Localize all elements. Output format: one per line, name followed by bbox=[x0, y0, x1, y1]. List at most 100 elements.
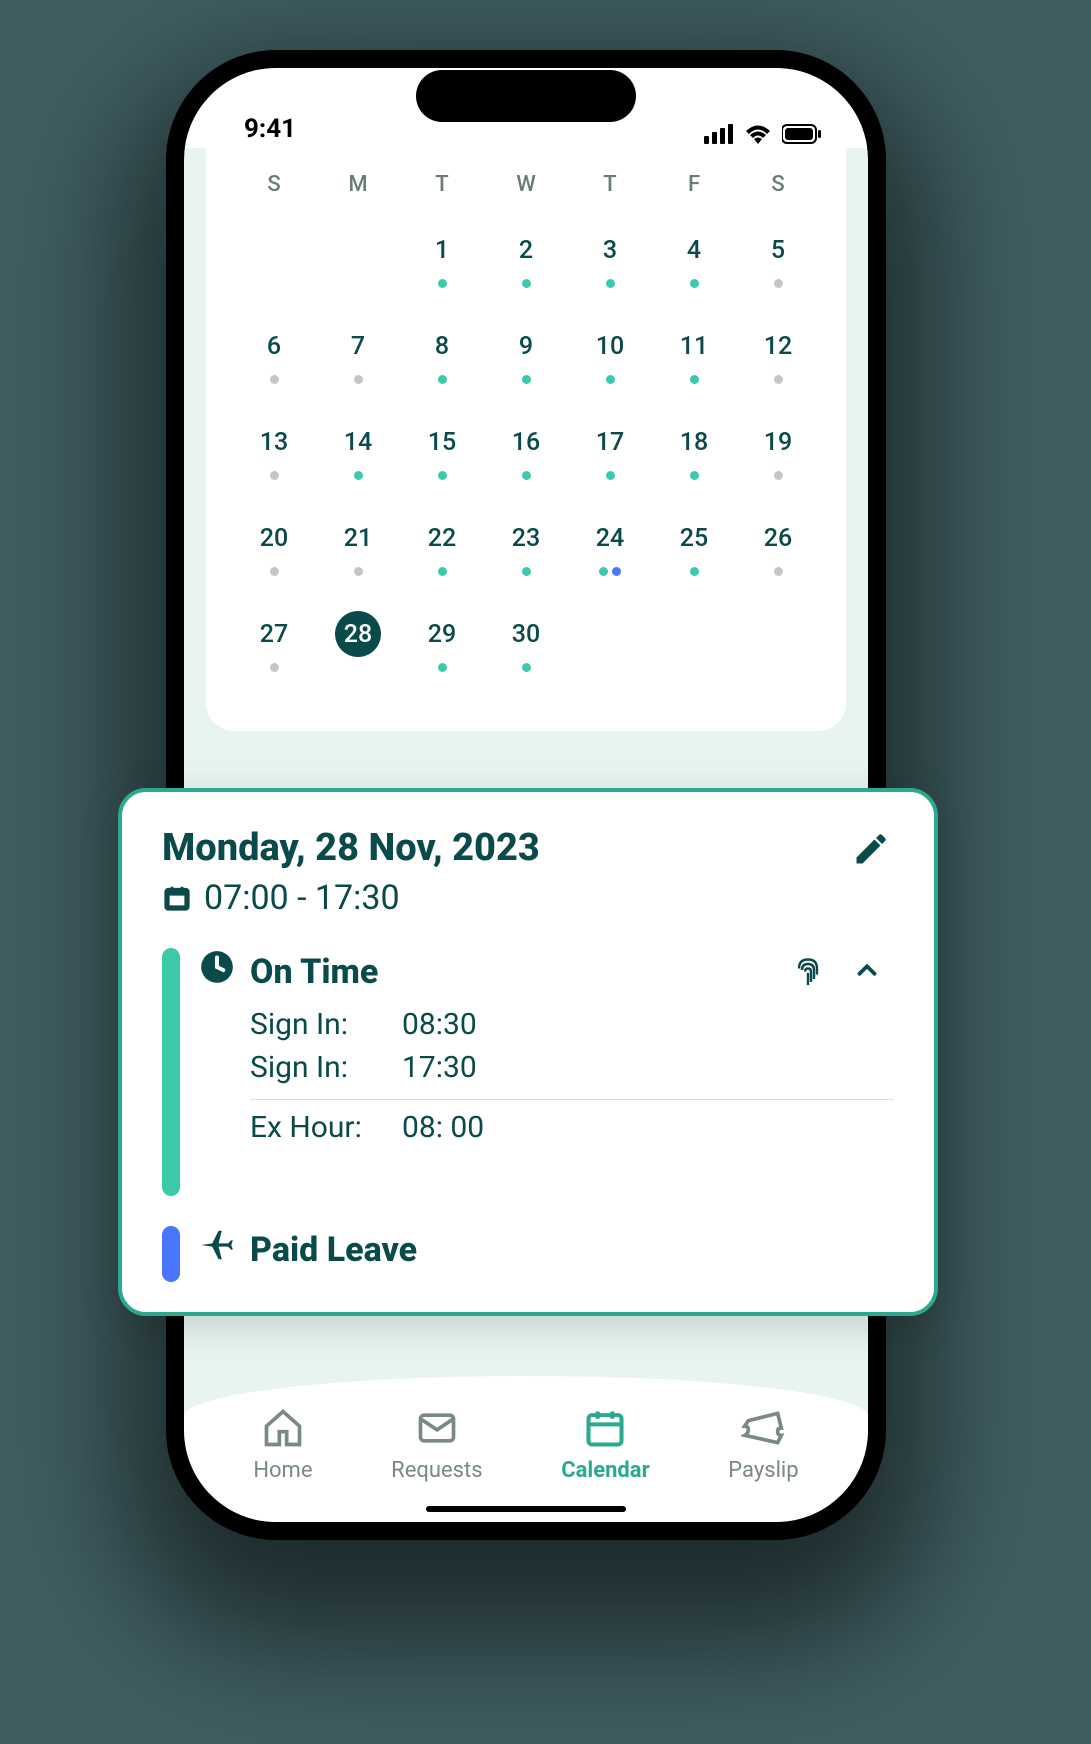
pencil-icon bbox=[852, 832, 888, 868]
event-dot bbox=[690, 471, 699, 480]
event-dot bbox=[438, 567, 447, 576]
event-dot bbox=[606, 471, 615, 480]
day-number: 5 bbox=[755, 227, 801, 273]
mail-icon bbox=[415, 1406, 459, 1456]
calendar-week-row: 13 1415 16 17 18 19 bbox=[232, 403, 820, 499]
calendar-day[interactable]: 28 bbox=[316, 595, 400, 691]
dynamic-island bbox=[416, 70, 636, 122]
calendar-day[interactable]: 30 bbox=[484, 595, 568, 691]
calendar-day[interactable]: 10 bbox=[568, 307, 652, 403]
calendar-day[interactable]: 26 bbox=[736, 499, 820, 595]
calendar-day[interactable]: 24 bbox=[568, 499, 652, 595]
day-dots bbox=[690, 567, 699, 577]
battery-icon bbox=[782, 124, 822, 144]
calendar-day[interactable]: 5 bbox=[736, 211, 820, 307]
entry-title-text: On Time bbox=[250, 952, 378, 992]
dow-label: S bbox=[232, 166, 316, 211]
event-dot bbox=[270, 567, 279, 576]
nav-label: Requests bbox=[391, 1458, 482, 1483]
calendar-day[interactable]: 7 bbox=[316, 307, 400, 403]
day-number: 11 bbox=[671, 323, 717, 369]
event-dot bbox=[270, 471, 279, 480]
event-dot bbox=[270, 663, 279, 672]
entry-title-text: Paid Leave bbox=[250, 1230, 417, 1270]
day-detail-card: Monday, 28 Nov, 2023 07:00 - 17:30 On Ti… bbox=[118, 788, 938, 1316]
calendar-day[interactable]: 9 bbox=[484, 307, 568, 403]
day-dots bbox=[690, 279, 699, 289]
calendar-icon bbox=[162, 883, 192, 913]
entry-body: On TimeSign In:08:30Sign In:17:30Ex Hour… bbox=[198, 948, 894, 1196]
calendar-day[interactable]: 29 bbox=[400, 595, 484, 691]
calendar-day[interactable]: 11 bbox=[652, 307, 736, 403]
calendar-day[interactable]: 25 bbox=[652, 499, 736, 595]
entry-row-label: Sign In: bbox=[250, 1050, 390, 1085]
calendar-day[interactable]: 2 bbox=[484, 211, 568, 307]
calendar-day[interactable]: 17 bbox=[568, 403, 652, 499]
calendar-day[interactable]: 1 bbox=[400, 211, 484, 307]
day-number: 24 bbox=[587, 515, 633, 561]
day-dots bbox=[270, 471, 279, 481]
day-number: 1 bbox=[419, 227, 465, 273]
calendar-day[interactable]: 15 bbox=[400, 403, 484, 499]
dow-label: M bbox=[316, 166, 400, 211]
nav-ticket[interactable]: Payslip bbox=[728, 1406, 798, 1483]
event-dot bbox=[606, 375, 615, 384]
nav-calendar[interactable]: Calendar bbox=[561, 1406, 649, 1483]
day-number: 13 bbox=[251, 419, 297, 465]
calendar-day[interactable]: 13 bbox=[232, 403, 316, 499]
event-dot bbox=[690, 279, 699, 288]
calendar-day[interactable]: 6 bbox=[232, 307, 316, 403]
entry-row: Sign In:08:30 bbox=[250, 1003, 894, 1046]
day-dots bbox=[599, 567, 621, 577]
ticket-icon bbox=[741, 1406, 785, 1456]
nav-mail[interactable]: Requests bbox=[391, 1406, 482, 1483]
calendar-day[interactable]: 21 bbox=[316, 499, 400, 595]
event-dot bbox=[599, 567, 608, 576]
status-icons bbox=[704, 124, 822, 144]
day-number: 9 bbox=[503, 323, 549, 369]
calendar-empty bbox=[736, 595, 820, 691]
entry-color-bar bbox=[162, 1226, 180, 1282]
nav-label: Home bbox=[253, 1458, 312, 1483]
calendar-day[interactable]: 12 bbox=[736, 307, 820, 403]
day-dots bbox=[774, 375, 783, 385]
day-dots bbox=[438, 279, 447, 289]
day-number: 3 bbox=[587, 227, 633, 273]
day-number: 2 bbox=[503, 227, 549, 273]
day-dots bbox=[606, 471, 615, 481]
day-number: 6 bbox=[251, 323, 297, 369]
nav-home[interactable]: Home bbox=[253, 1406, 312, 1483]
calendar-day[interactable]: 14 bbox=[316, 403, 400, 499]
calendar-card: SMTWTFS 12345678910111213141516171819202… bbox=[206, 148, 846, 731]
calendar-day[interactable]: 4 bbox=[652, 211, 736, 307]
calendar-day[interactable]: 20 bbox=[232, 499, 316, 595]
day-dots bbox=[774, 567, 783, 577]
calendar-day[interactable]: 3 bbox=[568, 211, 652, 307]
dow-label: W bbox=[484, 166, 568, 211]
day-number: 20 bbox=[251, 515, 297, 561]
fingerprint-icon[interactable] bbox=[790, 952, 826, 992]
bottom-nav: Home Requests Calendar Payslip bbox=[184, 1376, 868, 1522]
day-number: 27 bbox=[251, 611, 297, 657]
day-number: 16 bbox=[503, 419, 549, 465]
calendar-day[interactable]: 23 bbox=[484, 499, 568, 595]
day-number: 18 bbox=[671, 419, 717, 465]
calendar-day[interactable]: 16 bbox=[484, 403, 568, 499]
chevron-up-icon[interactable] bbox=[852, 955, 882, 989]
calendar-day[interactable]: 18 bbox=[652, 403, 736, 499]
calendar-week-row: 27 2829 30 bbox=[232, 595, 820, 691]
edit-button[interactable] bbox=[846, 826, 894, 878]
event-dot bbox=[690, 375, 699, 384]
calendar-day[interactable]: 27 bbox=[232, 595, 316, 691]
detail-time-range: 07:00 - 17:30 bbox=[162, 878, 540, 918]
calendar-day[interactable]: 22 bbox=[400, 499, 484, 595]
day-dots bbox=[690, 375, 699, 385]
calendar-day[interactable]: 19 bbox=[736, 403, 820, 499]
day-number: 22 bbox=[419, 515, 465, 561]
dow-label: S bbox=[736, 166, 820, 211]
calendar-day[interactable]: 8 bbox=[400, 307, 484, 403]
day-number: 30 bbox=[503, 611, 549, 657]
divider bbox=[250, 1099, 894, 1100]
calendar-week-row: 12345 bbox=[232, 211, 820, 307]
event-dot bbox=[438, 279, 447, 288]
